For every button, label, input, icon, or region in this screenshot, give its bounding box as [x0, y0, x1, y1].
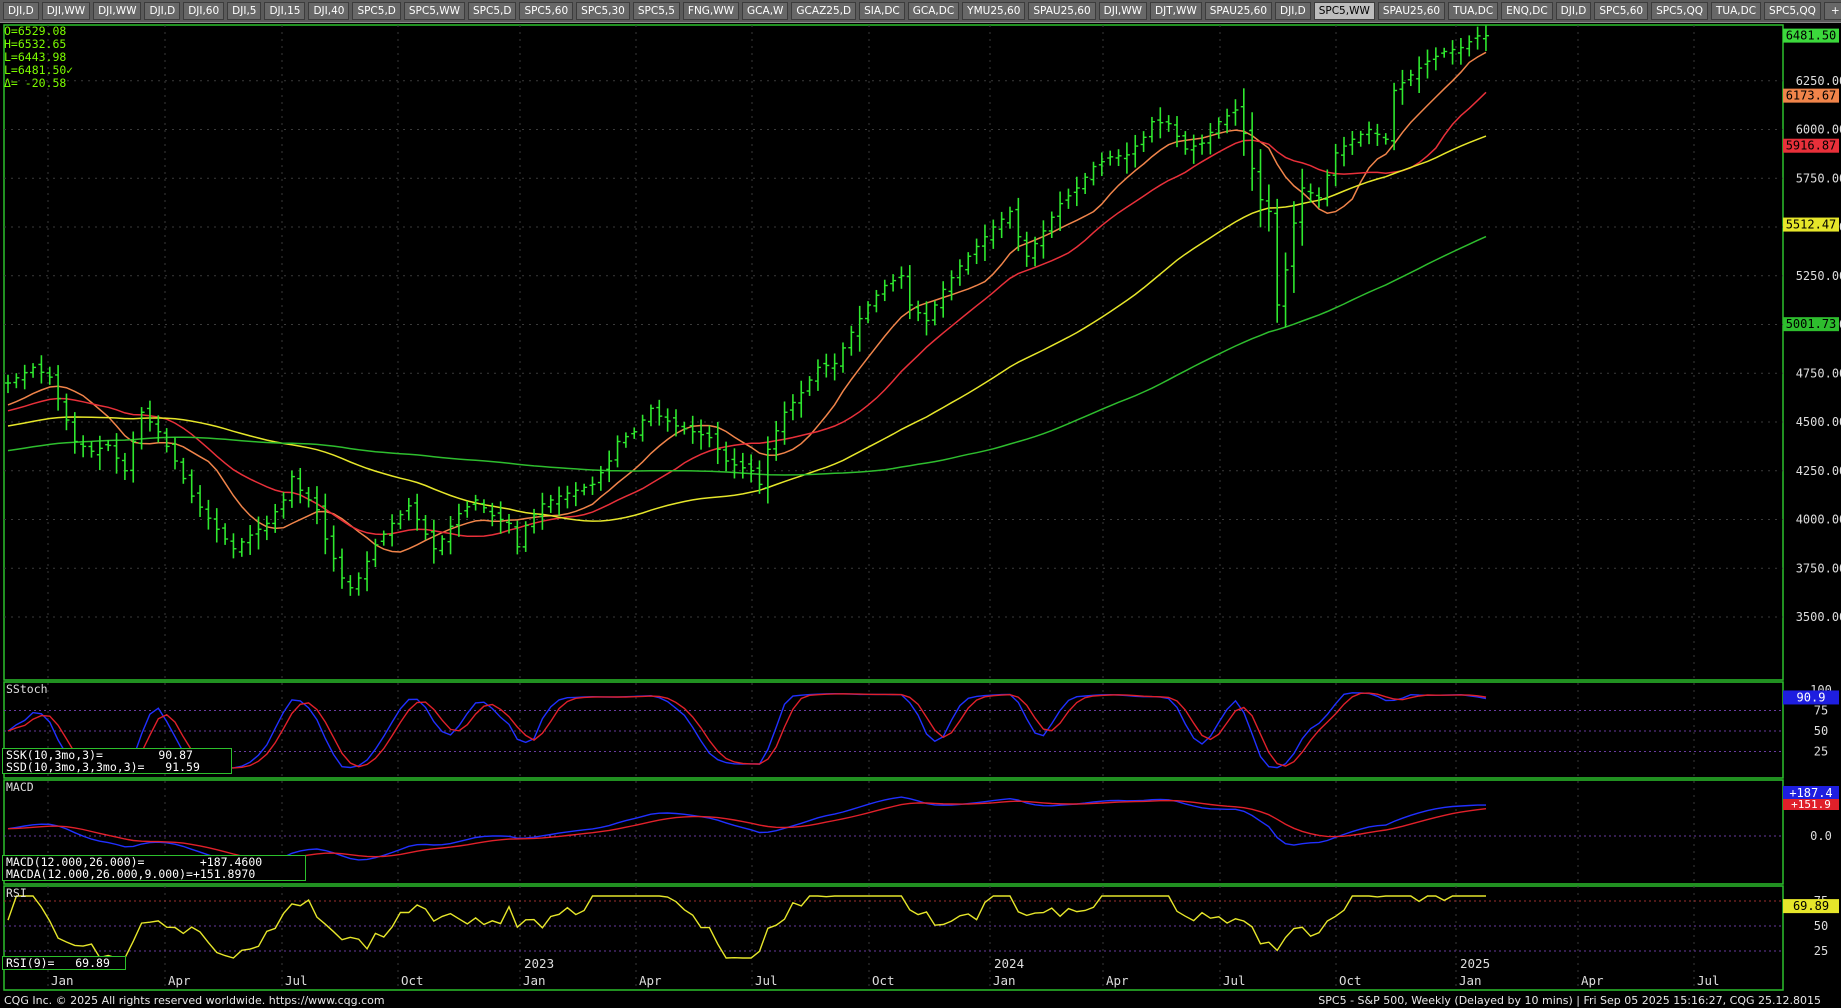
time-axis-label: Jul	[1223, 973, 1246, 988]
stoch-axis-label: 75	[1814, 704, 1828, 718]
macd-line	[7, 796, 1486, 865]
price-tag-label: 6173.67	[1786, 89, 1837, 103]
ohlc-readout: O=6529.08 H=6532.65 L=6443.98 L=6481.50✓…	[4, 25, 73, 90]
time-axis-label: Jan	[523, 973, 546, 988]
macd-title: MACD	[6, 780, 34, 794]
rsi-axis-label: 50	[1814, 919, 1828, 933]
price-axis-label: 3750.00	[1796, 561, 1841, 575]
price-tag-label: 6481.50	[1786, 29, 1837, 43]
panel-frame	[3, 24, 1784, 681]
rsi-axis-label: 25	[1814, 944, 1828, 958]
sstoch-title: SStoch	[6, 682, 48, 696]
copyright-footer: CQG Inc. © 2025 All rights reserved worl…	[4, 994, 385, 1007]
time-axis-label: 2023	[524, 956, 554, 971]
rsi-tag-label: 69.89	[1793, 899, 1829, 913]
price-axis-label: 5750.00	[1796, 171, 1841, 185]
time-axis-label: Jan	[1459, 973, 1482, 988]
time-axis-label: Jul	[285, 973, 308, 988]
macd-axis-label: 0.0	[1810, 829, 1832, 843]
time-axis-label: Jul	[1697, 973, 1720, 988]
time-axis-label: Apr	[1581, 973, 1604, 988]
ma-fast-line	[7, 51, 1487, 553]
chart-info-footer: SPC5 - S&P 500, Weekly (Delayed by 10 mi…	[1318, 994, 1821, 1007]
price-tag-label: 5512.47	[1786, 218, 1837, 232]
ma-medium-line	[7, 91, 1487, 537]
price-axis-label: 5250.00	[1796, 269, 1841, 283]
price-bars	[5, 25, 1489, 596]
price-axis-label: 6000.00	[1796, 123, 1841, 137]
price-axis-label: 6250.00	[1796, 74, 1841, 88]
ssd-value: 91.59	[165, 760, 200, 774]
rsi-label: RSI(9)=	[6, 956, 55, 970]
time-axis-label: 2024	[994, 956, 1024, 971]
macd-signal-line	[7, 799, 1487, 861]
rsi-info-box: RSI(9)= 69.89	[2, 956, 126, 970]
panel-frame	[3, 681, 1784, 779]
price-axis-label: 4000.00	[1796, 513, 1841, 527]
rsi-title: RSI	[6, 886, 27, 900]
price-axis-label: 4250.00	[1796, 464, 1841, 478]
price-tag-label: 5001.73	[1786, 317, 1837, 331]
rsi-value: 69.89	[75, 956, 110, 970]
ma-long-line	[7, 235, 1487, 476]
macda-label: MACDA(12.000,26.000,9.000)=	[6, 867, 193, 881]
price-tag-label: 5916.87	[1786, 139, 1837, 153]
time-axis-label: Jan	[993, 973, 1016, 988]
stoch-tag-label: 90.9	[1797, 690, 1826, 704]
time-axis-label: 2025	[1460, 956, 1490, 971]
price-axis-label: 4500.00	[1796, 415, 1841, 429]
time-axis-label: Oct	[872, 973, 895, 988]
stoch-axis-label: 25	[1814, 745, 1828, 759]
time-axis-label: Apr	[168, 973, 191, 988]
macd-info-box: MACD(12.000,26.000)= +187.4600 MACDA(12.…	[2, 855, 306, 881]
time-axis-label: Oct	[1339, 973, 1362, 988]
macda-value: +151.8970	[192, 867, 256, 881]
sstoch-info-box: SSK(10,3mo,3)= 90.87 SSD(10,3mo,3,3mo,3)…	[2, 748, 232, 774]
stoch-axis-label: 50	[1814, 724, 1828, 738]
time-axis-label: Apr	[639, 973, 662, 988]
time-axis-label: Apr	[1106, 973, 1129, 988]
time-axis-label: Jul	[755, 973, 778, 988]
macda-tag-label: +151.9	[1791, 798, 1831, 811]
price-axis-label: 4750.00	[1796, 366, 1841, 380]
delta-value: Δ= -20.58	[4, 76, 67, 90]
ma-slow-line	[7, 135, 1487, 522]
price-axis-label: 3500.00	[1796, 610, 1841, 624]
time-axis-label: Oct	[401, 973, 424, 988]
ssd-label: SSD(10,3mo,3,3mo,3)=	[6, 760, 145, 774]
time-axis-label: Jan	[51, 973, 74, 988]
rsi-line	[7, 895, 1486, 959]
